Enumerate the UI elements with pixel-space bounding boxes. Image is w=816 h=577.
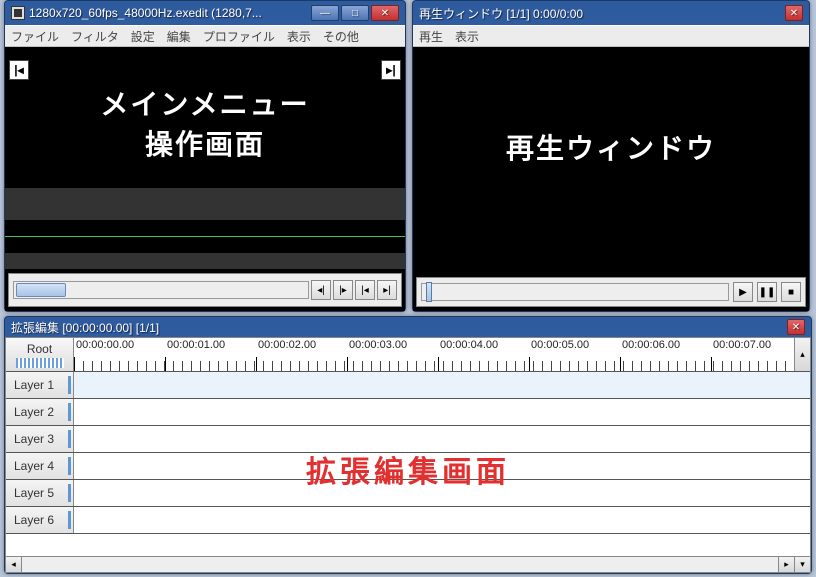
playback-menubar: 再生 表示 bbox=[413, 25, 809, 47]
layer-label[interactable]: Layer 3 bbox=[6, 426, 74, 452]
ruler-label: 00:00:05.00 bbox=[531, 339, 589, 351]
playback-window: 再生ウィンドウ [1/1] 0:00/0:00 ✕ 再生 表示 再生ウィンドウ … bbox=[412, 0, 810, 312]
play-button[interactable]: ▶ bbox=[733, 282, 753, 302]
layer-row: Layer 2 bbox=[6, 399, 810, 426]
close-button[interactable]: ✕ bbox=[371, 5, 399, 21]
main-seekbar: ◂| |▸ |◂ ▸| bbox=[8, 273, 402, 307]
layer-row: Layer 6 bbox=[6, 507, 810, 534]
layer-row: Layer 5 bbox=[6, 480, 810, 507]
app-icon bbox=[11, 6, 25, 20]
playback-preview: 再生ウィンドウ ▶ ❚❚ ■ bbox=[413, 47, 809, 311]
goto-start-button[interactable]: |◂ bbox=[355, 280, 375, 300]
playback-knob-icon[interactable] bbox=[426, 282, 432, 302]
menu-filter[interactable]: フィルタ bbox=[71, 28, 119, 45]
main-titlebar[interactable]: 1280x720_60fps_48000Hz.exedit (1280,7...… bbox=[5, 1, 405, 25]
main-preview: |◂ ▸| メインメニュー 操作画面 ◂| |▸ |◂ ▸| bbox=[5, 47, 405, 311]
root-cell[interactable]: Root bbox=[6, 338, 74, 371]
timeline-window: 拡張編集 [00:00:00.00] [1/1] ✕ Root 00:00:00… bbox=[4, 316, 812, 574]
main-editor-window: 1280x720_60fps_48000Hz.exedit (1280,7...… bbox=[4, 0, 406, 312]
timeline-close-button[interactable]: ✕ bbox=[787, 319, 805, 335]
layer-body[interactable] bbox=[74, 372, 810, 398]
preview-tracks bbox=[5, 188, 405, 269]
layer-label[interactable]: Layer 5 bbox=[6, 480, 74, 506]
h-scroll-track[interactable] bbox=[22, 557, 778, 572]
layer-row: Layer 3 bbox=[6, 426, 810, 453]
layer-label[interactable]: Layer 6 bbox=[6, 507, 74, 533]
maximize-button[interactable]: □ bbox=[341, 5, 369, 21]
timeline-ruler-row: Root 00:00:00.00 00:00:01.00 00:00:02.00… bbox=[6, 338, 810, 372]
timeline-client: Root 00:00:00.00 00:00:01.00 00:00:02.00… bbox=[5, 337, 811, 573]
timeline-ruler[interactable]: 00:00:00.00 00:00:01.00 00:00:02.00 00:0… bbox=[74, 338, 794, 371]
menu-settings[interactable]: 設定 bbox=[131, 28, 155, 45]
scroll-down-button[interactable]: ▾ bbox=[794, 557, 810, 572]
ruler-label: 00:00:06.00 bbox=[622, 339, 680, 351]
main-menubar: ファイル フィルタ 設定 編集 プロファイル 表示 その他 bbox=[5, 25, 405, 47]
goto-end-button[interactable]: ▸| bbox=[377, 280, 397, 300]
scroll-left-button[interactable]: ◂ bbox=[6, 557, 22, 572]
minimize-button[interactable]: — bbox=[311, 5, 339, 21]
layer-body[interactable] bbox=[74, 453, 810, 479]
ruler-label: 00:00:01.00 bbox=[167, 339, 225, 351]
ruler-label: 00:00:07.00 bbox=[713, 339, 771, 351]
pause-button[interactable]: ❚❚ bbox=[757, 282, 777, 302]
next-arrow-button[interactable]: ▸| bbox=[381, 60, 401, 80]
layer-row: Layer 1 bbox=[6, 372, 810, 399]
layer-body[interactable] bbox=[74, 480, 810, 506]
menu-edit[interactable]: 編集 bbox=[167, 28, 191, 45]
main-title: 1280x720_60fps_48000Hz.exedit (1280,7... bbox=[29, 6, 311, 20]
overlay-text-2: 操作画面 bbox=[5, 123, 405, 163]
step-fwd-button[interactable]: |▸ bbox=[333, 280, 353, 300]
ruler-label: 00:00:00.00 bbox=[76, 339, 134, 351]
layer-label[interactable]: Layer 1 bbox=[6, 372, 74, 398]
timeline-titlebar[interactable]: 拡張編集 [00:00:00.00] [1/1] ✕ bbox=[5, 317, 811, 337]
menu-display[interactable]: 表示 bbox=[455, 28, 479, 45]
playback-controls: ▶ ❚❚ ■ bbox=[416, 277, 806, 307]
menu-other[interactable]: その他 bbox=[323, 28, 359, 45]
layer-body[interactable] bbox=[74, 426, 810, 452]
playback-overlay: 再生ウィンドウ bbox=[413, 127, 809, 167]
scroll-up-button[interactable]: ▴ bbox=[794, 338, 810, 371]
layer-body[interactable] bbox=[74, 399, 810, 425]
menu-profile[interactable]: プロファイル bbox=[203, 28, 275, 45]
layer-label[interactable]: Layer 4 bbox=[6, 453, 74, 479]
menu-view[interactable]: 表示 bbox=[287, 28, 311, 45]
step-back-button[interactable]: ◂| bbox=[311, 280, 331, 300]
layer-row: Layer 4 bbox=[6, 453, 810, 480]
root-stripes-icon bbox=[16, 358, 64, 368]
menu-file[interactable]: ファイル bbox=[11, 28, 59, 45]
timeline-h-scrollbar: ◂ ▸ ▾ bbox=[6, 556, 810, 572]
menu-play[interactable]: 再生 bbox=[419, 28, 443, 45]
playback-titlebar[interactable]: 再生ウィンドウ [1/1] 0:00/0:00 ✕ bbox=[413, 1, 809, 25]
seek-scrollbar[interactable] bbox=[13, 281, 309, 299]
playback-close-button[interactable]: ✕ bbox=[785, 5, 803, 21]
ruler-label: 00:00:04.00 bbox=[440, 339, 498, 351]
overlay-text-1: メインメニュー bbox=[5, 83, 405, 123]
prev-arrow-button[interactable]: |◂ bbox=[9, 60, 29, 80]
ruler-label: 00:00:02.00 bbox=[258, 339, 316, 351]
seek-thumb[interactable] bbox=[16, 283, 66, 297]
stop-button[interactable]: ■ bbox=[781, 282, 801, 302]
ruler-major-ticks-icon bbox=[74, 357, 794, 371]
timeline-title: 拡張編集 [00:00:00.00] [1/1] bbox=[11, 319, 787, 336]
playback-title: 再生ウィンドウ [1/1] 0:00/0:00 bbox=[419, 5, 785, 22]
layer-label[interactable]: Layer 2 bbox=[6, 399, 74, 425]
layer-body[interactable] bbox=[74, 507, 810, 533]
scroll-right-button[interactable]: ▸ bbox=[778, 557, 794, 572]
playback-slider[interactable] bbox=[421, 283, 729, 301]
root-label: Root bbox=[27, 342, 52, 356]
ruler-label: 00:00:03.00 bbox=[349, 339, 407, 351]
